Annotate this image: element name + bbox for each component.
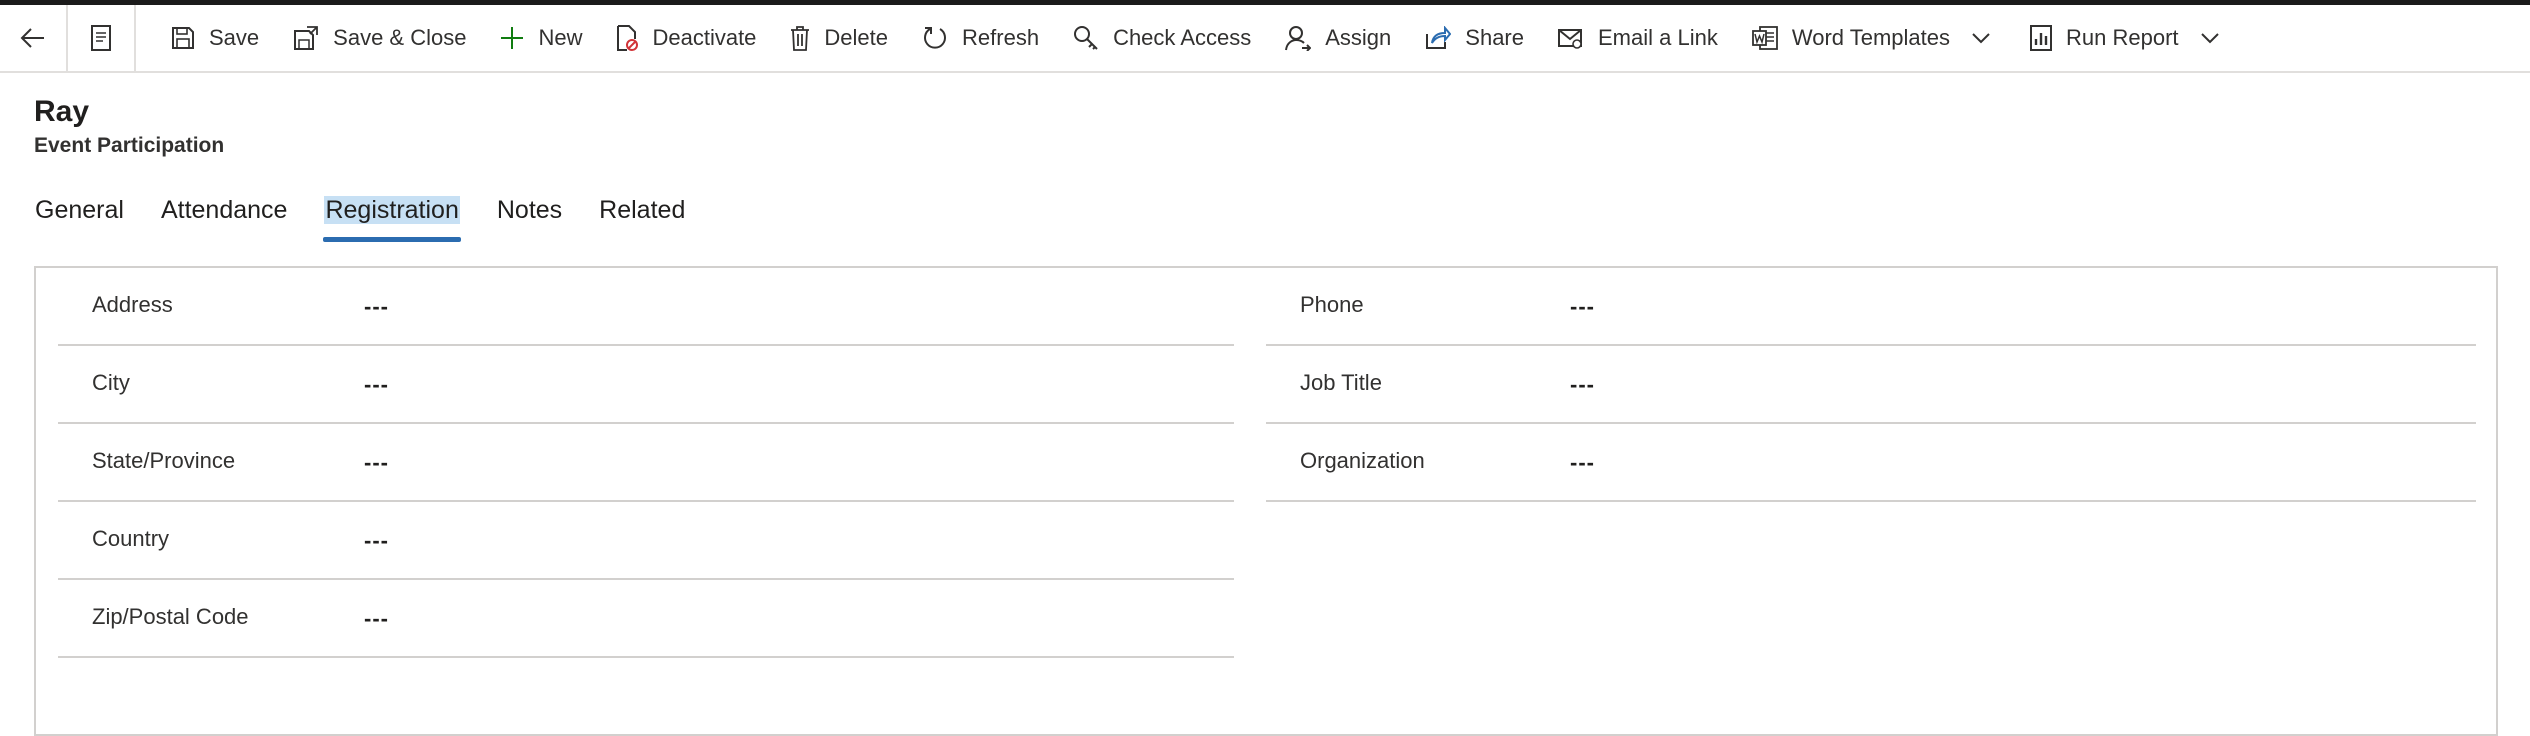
field-row-job-title: Job Title ---: [1266, 346, 2476, 424]
tab-label: Related: [599, 196, 686, 224]
field-label: Phone: [1300, 292, 1364, 317]
chevron-down-icon: [2200, 33, 2219, 44]
run-report-button[interactable]: Run Report: [2013, 5, 2242, 71]
save-close-icon: [294, 26, 319, 50]
organization-field[interactable]: ---: [1570, 450, 1595, 476]
tab-general[interactable]: General: [34, 190, 125, 242]
word-icon: [1751, 26, 1778, 50]
field-label: Organization: [1300, 448, 1425, 473]
form-icon: [91, 25, 111, 51]
email-link-button[interactable]: Email a Link: [1541, 5, 1735, 71]
tab-registration[interactable]: Registration: [323, 190, 462, 242]
field-label: Job Title: [1300, 370, 1382, 395]
share-label: Share: [1465, 25, 1524, 50]
record-title: Ray: [34, 95, 90, 128]
field-label: City: [92, 370, 130, 395]
tab-label: Registration: [324, 196, 460, 224]
refresh-label: Refresh: [962, 25, 1040, 50]
refresh-button[interactable]: Refresh: [905, 5, 1056, 71]
report-icon: [2030, 25, 2052, 51]
field-row-organization: Organization ---: [1266, 424, 2476, 502]
save-button[interactable]: Save: [154, 5, 276, 71]
zip-field[interactable]: ---: [364, 606, 389, 632]
field-label: State/Province: [92, 448, 236, 473]
field-label: Country: [92, 526, 170, 551]
trash-icon: [791, 26, 810, 51]
back-button[interactable]: [0, 5, 68, 71]
field-row-country: Country ---: [58, 502, 1234, 580]
field-label: Zip/Postal Code: [92, 604, 249, 629]
tab-label: Notes: [496, 196, 563, 224]
assign-label: Assign: [1325, 25, 1392, 50]
email-icon: [1558, 29, 1582, 49]
tab-label: Attendance: [160, 196, 288, 224]
new-button[interactable]: New: [483, 5, 599, 71]
save-close-label: Save & Close: [333, 25, 467, 50]
check-access-label: Check Access: [1113, 25, 1252, 50]
field-row-city: City ---: [58, 346, 1234, 424]
tab-label: General: [35, 196, 124, 224]
key-icon: [1074, 26, 1098, 50]
phone-field[interactable]: ---: [1570, 294, 1595, 320]
share-button[interactable]: Share: [1408, 5, 1541, 71]
delete-label: Delete: [824, 25, 889, 50]
check-access-button[interactable]: Check Access: [1056, 5, 1268, 71]
form-selector-button[interactable]: [68, 5, 136, 71]
tab-notes[interactable]: Notes: [496, 190, 563, 242]
registration-section: Address --- City --- State/Province --- …: [34, 266, 2498, 736]
deactivate-button[interactable]: Deactivate: [599, 5, 773, 71]
field-row-phone: Phone ---: [1266, 268, 2476, 346]
field-row-zip: Zip/Postal Code ---: [58, 580, 1234, 658]
email-link-label: Email a Link: [1598, 25, 1718, 50]
tab-list: General Attendance Registration Notes Re…: [34, 190, 721, 242]
word-templates-label: Word Templates: [1791, 25, 1950, 50]
chevron-down-icon: [1972, 33, 1990, 44]
word-templates-button[interactable]: Word Templates: [1735, 5, 2013, 71]
tab-attendance[interactable]: Attendance: [160, 190, 289, 242]
run-report-label: Run Report: [2066, 25, 2179, 50]
state-field[interactable]: ---: [364, 450, 389, 476]
country-field[interactable]: ---: [364, 528, 389, 554]
record-entity: Event Participation: [34, 134, 225, 157]
back-arrow-icon: [20, 28, 44, 48]
job-title-field[interactable]: ---: [1570, 372, 1595, 398]
share-icon: [1426, 26, 1452, 49]
delete-button[interactable]: Delete: [773, 5, 905, 71]
plus-icon: [501, 27, 524, 49]
new-label: New: [538, 25, 583, 50]
left-field-column: Address --- City --- State/Province --- …: [58, 268, 1234, 658]
field-row-address: Address ---: [58, 268, 1234, 346]
refresh-icon: [924, 27, 947, 49]
deactivate-icon: [617, 25, 639, 51]
tab-related[interactable]: Related: [598, 190, 686, 242]
right-field-column: Phone --- Job Title --- Organization ---: [1266, 268, 2476, 502]
save-icon: [172, 27, 194, 49]
save-close-button[interactable]: Save & Close: [276, 5, 483, 71]
record-header: Ray Event Participation: [34, 94, 224, 158]
save-label: Save: [209, 25, 260, 50]
field-label: Address: [92, 292, 173, 317]
address-field[interactable]: ---: [364, 294, 389, 320]
assign-button[interactable]: Assign: [1268, 5, 1408, 71]
person-icon: [1285, 26, 1312, 51]
command-bar: Save Save & Close New Deactivate Delete …: [0, 5, 2530, 73]
city-field[interactable]: ---: [364, 372, 389, 398]
field-row-state: State/Province ---: [58, 424, 1234, 502]
deactivate-label: Deactivate: [652, 25, 757, 50]
